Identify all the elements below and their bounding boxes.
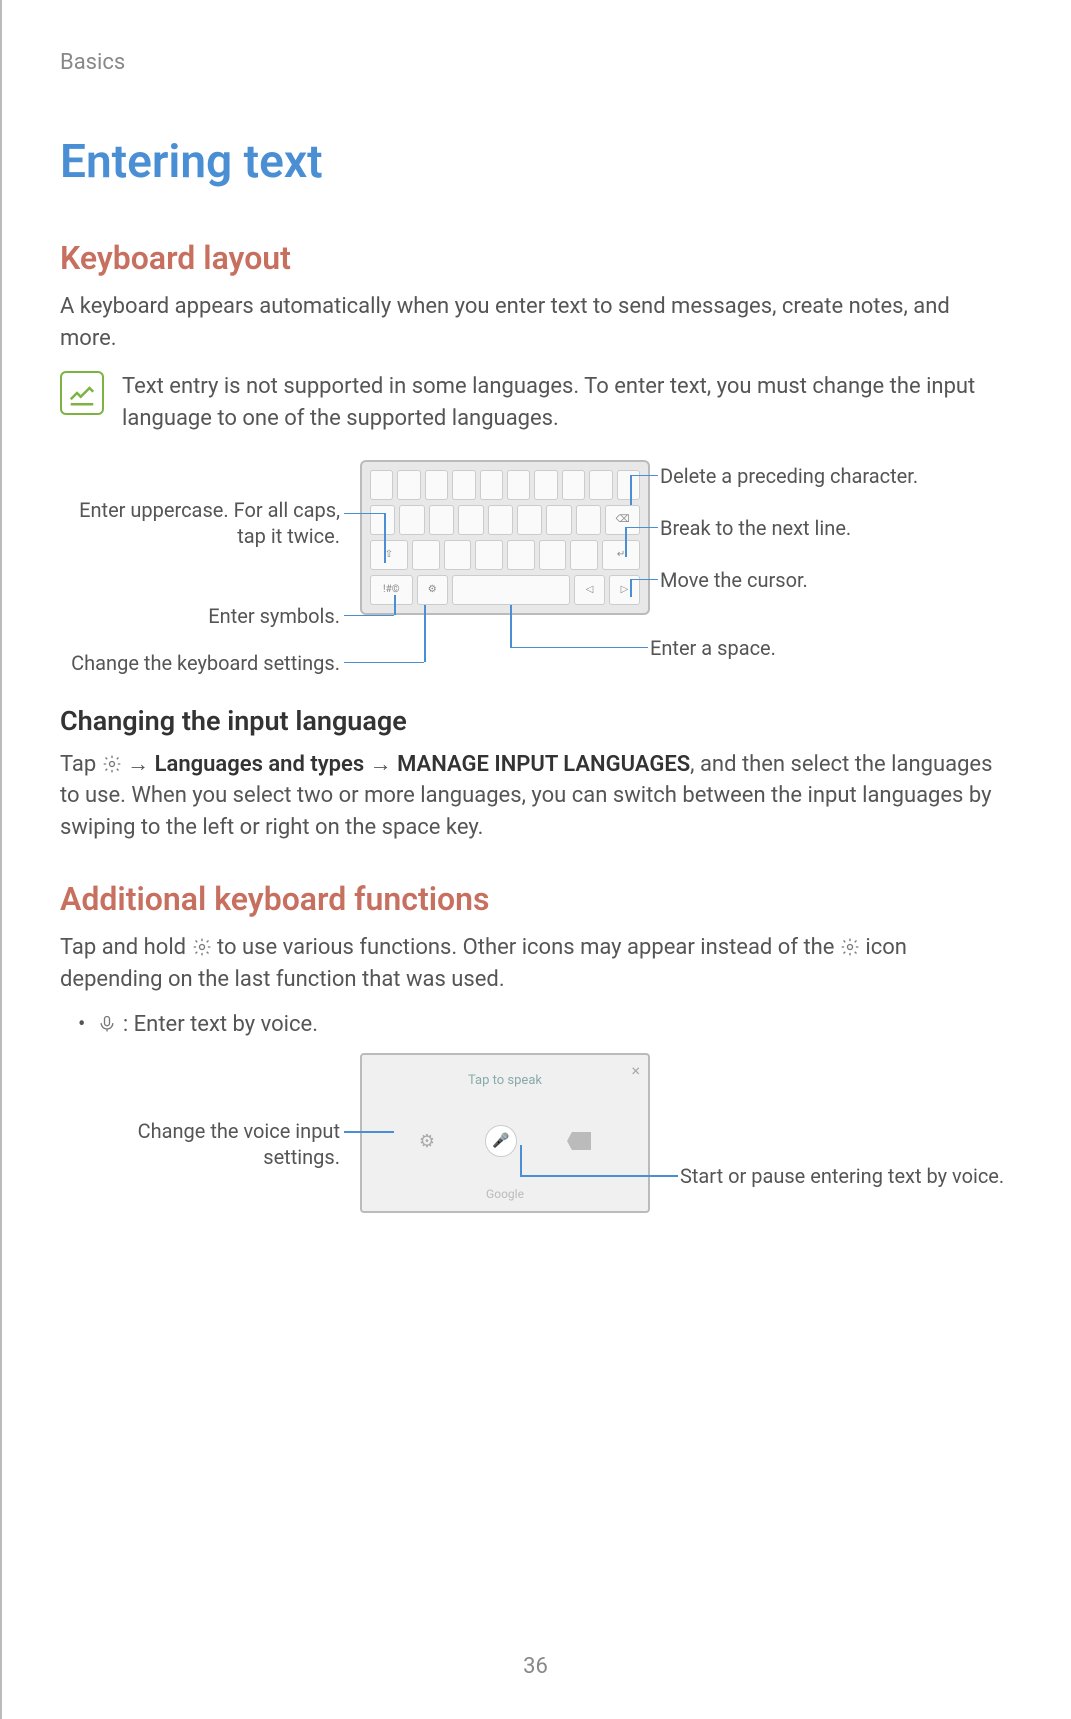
additional-intro: Tap and hold to use various functions. O… [60, 932, 1011, 996]
keyboard-illustration: ⌫ ⇧↵ !#©⚙◁▷ [360, 460, 650, 615]
microphone-icon [97, 1014, 117, 1034]
callout-symbols: Enter symbols. [60, 603, 340, 629]
input-lang-text: Tap → Languages and types → MANAGE INPUT… [60, 749, 1011, 845]
note-text: Text entry is not supported in some lang… [122, 371, 1011, 435]
voice-brand: Google [362, 1187, 648, 1201]
callout-delete: Delete a preceding character. [660, 463, 1010, 489]
page-title: Entering text [60, 135, 1011, 189]
subsection-heading-input-lang: Changing the input language [60, 705, 1011, 737]
keyboard-diagram: ⌫ ⇧↵ !#©⚙◁▷ Enter uppercase. For all cap… [60, 455, 1011, 665]
callout-voice-settings: Change the voice input settings. [60, 1118, 340, 1170]
page-number: 36 [0, 1654, 1071, 1679]
voice-illustration: × Tap to speak ⚙ 🎤 Google [360, 1053, 650, 1213]
callout-cursor: Move the cursor. [660, 567, 960, 593]
bullet-voice: • : Enter text by voice. [78, 1012, 1011, 1037]
gear-icon [192, 937, 212, 957]
section-heading-additional: Additional keyboard functions [60, 880, 1011, 918]
callout-nextline: Break to the next line. [660, 515, 960, 541]
gear-icon [840, 937, 860, 957]
callout-voice-start: Start or pause entering text by voice. [680, 1163, 1010, 1189]
voice-gear-icon: ⚙ [419, 1131, 435, 1152]
callout-settings: Change the keyboard settings. [60, 650, 340, 676]
voice-prompt: Tap to speak [362, 1073, 648, 1088]
breadcrumb: Basics [60, 50, 1011, 75]
voice-diagram: × Tap to speak ⚙ 🎤 Google Change the voi… [60, 1053, 1011, 1233]
note-box: Text entry is not supported in some lang… [60, 371, 1011, 435]
section-heading-layout: Keyboard layout [60, 239, 1011, 277]
note-icon [60, 371, 104, 415]
gear-icon [102, 754, 122, 774]
voice-mic-button: 🎤 [485, 1125, 517, 1157]
close-icon: × [631, 1061, 640, 1080]
layout-intro: A keyboard appears automatically when yo… [60, 291, 1011, 355]
voice-backspace-icon [567, 1132, 591, 1150]
callout-uppercase: Enter uppercase. For all caps, tap it tw… [60, 497, 340, 549]
callout-space: Enter a space. [650, 635, 950, 661]
